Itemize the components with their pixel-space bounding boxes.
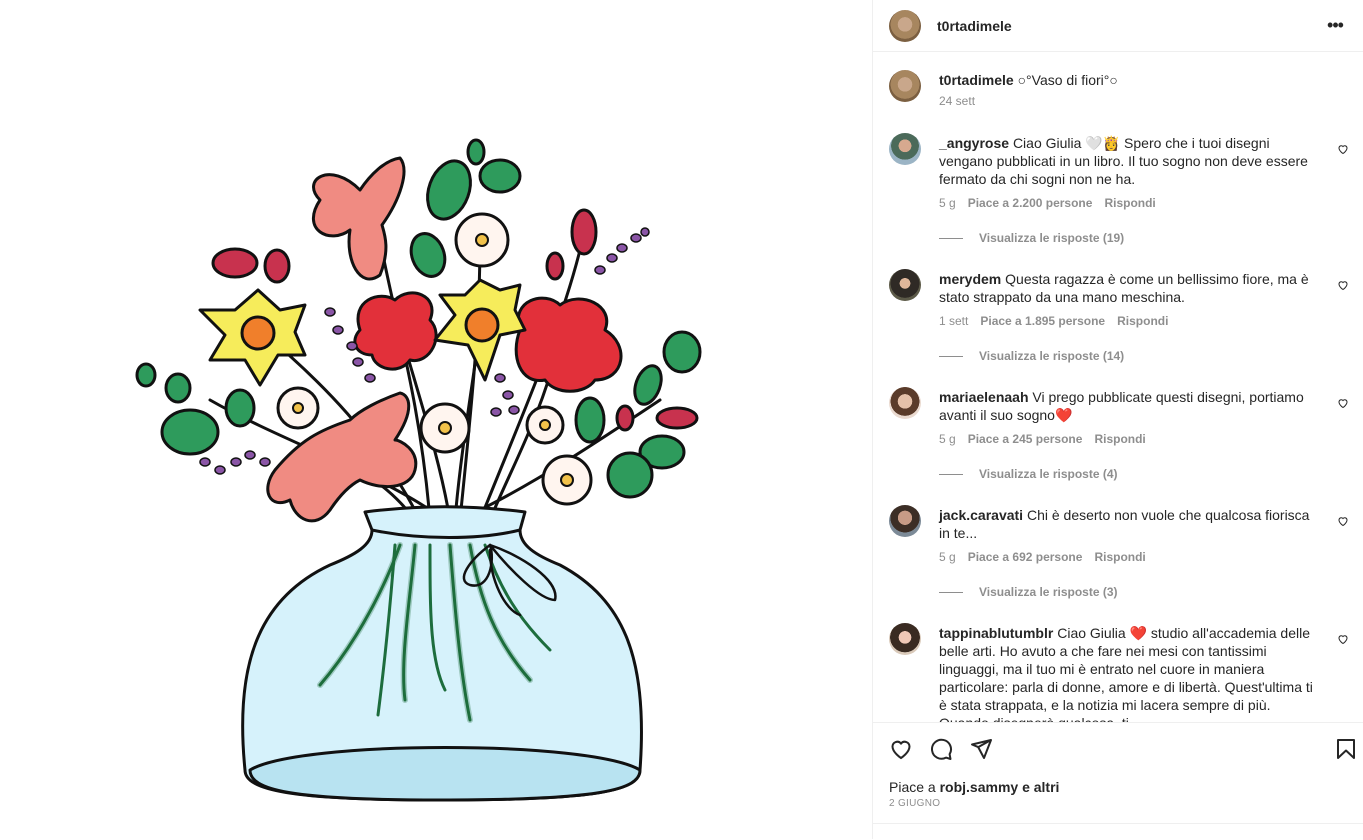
comment-username[interactable]: _angyrose [939,135,1009,151]
share-send-icon[interactable] [969,737,993,761]
comment-likes[interactable]: Piace a 245 persone [968,432,1083,446]
likes-user[interactable]: robj.sammy [940,779,1019,795]
save-bookmark-icon[interactable] [1334,737,1358,761]
likes-summary[interactable]: Piace a robj.sammy e altri [889,779,1059,795]
author-username[interactable]: t0rtadimele [937,18,1323,34]
comment-time: 5 g [939,550,956,564]
comment-username[interactable]: mariaelenaah [939,389,1029,405]
comments-feed[interactable]: t0rtadimele ○°Vaso di fiori°○ 24 sett _a… [873,53,1363,722]
author-avatar[interactable] [889,70,921,102]
comment-username[interactable]: merydem [939,271,1001,287]
comment-username[interactable]: tappinablutumblr [939,625,1053,641]
commenter-avatar[interactable] [889,387,921,419]
view-replies-button[interactable]: Visualizza le risposte (4) [939,467,1118,481]
more-horizontal-icon[interactable]: ••• [1323,15,1347,36]
view-replies-button[interactable]: Visualizza le risposte (14) [939,349,1124,363]
view-replies-label: Visualizza le risposte (14) [979,349,1125,363]
commenter-avatar[interactable] [889,505,921,537]
commenter-avatar[interactable] [889,623,921,655]
commenter-avatar[interactable] [889,133,921,165]
post-image[interactable] [0,0,872,839]
comment-text: tappinablutumblr Ciao Giulia ❤️ studio a… [939,624,1321,722]
view-replies-label: Visualizza le risposte (4) [979,467,1118,481]
like-comment-heart-icon[interactable] [1337,279,1349,291]
comment-username[interactable]: jack.caravati [939,507,1023,523]
replies-divider [939,591,963,593]
replies-divider [939,355,963,357]
comment-meta: 5 g Piace a 2.200 persone Rispondi [939,196,1156,210]
comment-likes[interactable]: Piace a 692 persone [968,550,1083,564]
comment-time: 1 sett [939,314,969,328]
caption-text: t0rtadimele ○°Vaso di fiori°○ [939,71,1321,89]
caption-time: 24 sett [939,94,976,108]
post-date: 2 GIUGNO [889,798,941,809]
view-replies-label: Visualizza le risposte (19) [979,231,1125,245]
replies-divider [939,237,963,239]
reply-button[interactable]: Rispondi [1104,196,1155,210]
comment-text: merydem Questa ragazza è come un belliss… [939,270,1321,306]
caption-username[interactable]: t0rtadimele [939,72,1014,88]
comment-time: 5 g [939,196,956,210]
commenter-avatar[interactable] [889,269,921,301]
reply-button[interactable]: Rispondi [1094,550,1145,564]
like-comment-heart-icon[interactable] [1337,397,1349,409]
reply-button[interactable]: Rispondi [1094,432,1145,446]
caption-body: ○°Vaso di fiori°○ [1017,72,1118,88]
like-heart-icon[interactable] [889,737,913,761]
comment-text: _angyrose Ciao Giulia 🤍👸 Spero che i tuo… [939,134,1321,188]
like-comment-heart-icon[interactable] [1337,515,1349,527]
comment-text: jack.caravati Chi è deserto non vuole ch… [939,506,1321,542]
post-header: t0rtadimele ••• [873,0,1363,52]
reply-button[interactable]: Rispondi [1117,314,1168,328]
like-comment-heart-icon[interactable] [1337,633,1349,645]
comment-likes[interactable]: Piace a 2.200 persone [968,196,1093,210]
divider [873,823,1363,824]
likes-others[interactable]: e altri [1022,779,1059,795]
comment-meta: 5 g Piace a 245 persone Rispondi [939,432,1146,446]
likes-prefix: Piace a [889,779,936,795]
replies-divider [939,473,963,475]
view-replies-button[interactable]: Visualizza le risposte (19) [939,231,1124,245]
view-replies-label: Visualizza le risposte (3) [979,585,1118,599]
post-actions: Piace a robj.sammy e altri 2 GIUGNO [873,722,1363,840]
comment-time: 5 g [939,432,956,446]
like-comment-heart-icon[interactable] [1337,143,1349,155]
post-side-panel: t0rtadimele ••• t0rtadimele ○°Vaso di fi… [872,0,1363,839]
comment-meta: 5 g Piace a 692 persone Rispondi [939,550,1146,564]
flower-vase-illustration [135,138,702,802]
comment-meta: 1 sett Piace a 1.895 persone Rispondi [939,314,1168,328]
comment-text: mariaelenaah Vi prego pubblicate questi … [939,388,1321,424]
comment-bubble-icon[interactable] [929,737,953,761]
view-replies-button[interactable]: Visualizza le risposte (3) [939,585,1118,599]
author-avatar[interactable] [889,9,921,42]
comment-likes[interactable]: Piace a 1.895 persone [980,314,1105,328]
